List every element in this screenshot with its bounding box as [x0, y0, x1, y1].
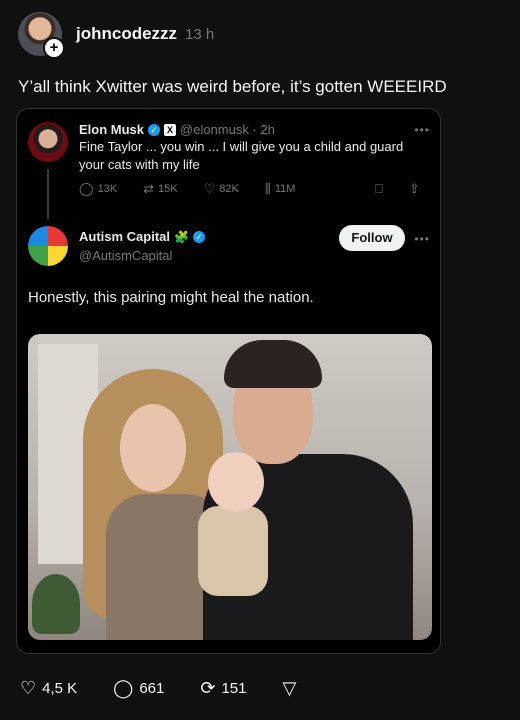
- woman-face: [120, 404, 186, 492]
- elon-avatar: [28, 122, 68, 162]
- verified-icon: ✓: [192, 230, 205, 243]
- baby-face: [208, 452, 264, 512]
- like-count: 4,5 K: [42, 680, 78, 697]
- tweet1-handle: @elonmusk · 2h: [180, 122, 275, 137]
- post-text: Y’all think Xwitter was weird before, it…: [18, 77, 447, 96]
- tweet-photo: [28, 334, 432, 640]
- verified-icon: ✓: [148, 123, 161, 136]
- bookmark-icon: ⎕: [375, 181, 383, 196]
- more-icon: •••: [414, 232, 430, 246]
- like-button[interactable]: ♡ 4,5 K: [20, 678, 77, 699]
- repost-icon: ⇄: [143, 181, 155, 196]
- autism-capital-avatar: [28, 226, 68, 266]
- heart-icon: ♡: [20, 678, 37, 698]
- like-count: ♡ 82K: [203, 181, 239, 196]
- plant: [32, 574, 80, 634]
- follow-button: Follow: [339, 225, 405, 251]
- baby-body: [198, 506, 268, 596]
- repost-button[interactable]: ⟳ 151: [200, 678, 246, 699]
- puzzle-icon: 🧩: [174, 229, 189, 244]
- x-logo-icon: X: [164, 123, 177, 136]
- post-actions: ♡ 4,5 K ◯ 661 ⟳ 151 ▽: [20, 678, 338, 699]
- comment-icon: ◯: [113, 678, 134, 698]
- timestamp: 13 h: [185, 25, 215, 43]
- quoted-screenshot-card[interactable]: Elon Musk ✓ X @elonmusk · 2h ••• Fine Ta…: [16, 108, 441, 654]
- thread-line: [47, 169, 49, 219]
- comment-button[interactable]: ◯ 661: [113, 678, 164, 699]
- tweet1-header: Elon Musk ✓ X @elonmusk · 2h: [79, 122, 275, 137]
- view-count: ⫼ 11M: [264, 181, 296, 196]
- send-icon: ▽: [282, 678, 297, 698]
- tweet2-header: Autism Capital 🧩 ✓: [79, 229, 205, 244]
- share-icon: ⇪: [409, 181, 420, 196]
- repost-icon: ⟳: [200, 678, 216, 698]
- views-icon: ⫼: [264, 181, 271, 196]
- tweet2-handle: @AutismCapital: [79, 248, 173, 263]
- reply-count: ◯ 13K: [79, 181, 118, 196]
- repost-count: 151: [221, 680, 247, 697]
- reply-icon: ◯: [79, 181, 94, 196]
- repost-count: ⇄ 15K: [143, 181, 178, 196]
- tweet1-text: Fine Taylor ... you win ... I will give …: [79, 139, 404, 172]
- post-header: + johncodezzz 13 h: [18, 12, 215, 59]
- heart-icon: ♡: [203, 181, 216, 196]
- share-button[interactable]: ▽: [282, 678, 302, 699]
- more-icon: •••: [414, 123, 430, 137]
- username[interactable]: johncodezzz: [76, 24, 177, 44]
- tweet1-actions: ◯ 13K ⇄ 15K ♡ 82K ⫼ 11M: [79, 181, 321, 197]
- follow-plus-icon[interactable]: +: [43, 37, 65, 59]
- tweet1-name: Elon Musk: [79, 122, 145, 137]
- man-hair: [224, 340, 322, 388]
- comment-count: 661: [139, 680, 165, 697]
- avatar[interactable]: +: [18, 12, 65, 59]
- tweet2-name: Autism Capital: [79, 229, 171, 244]
- tweet2-text: Honestly, this pairing might heal the na…: [28, 289, 314, 306]
